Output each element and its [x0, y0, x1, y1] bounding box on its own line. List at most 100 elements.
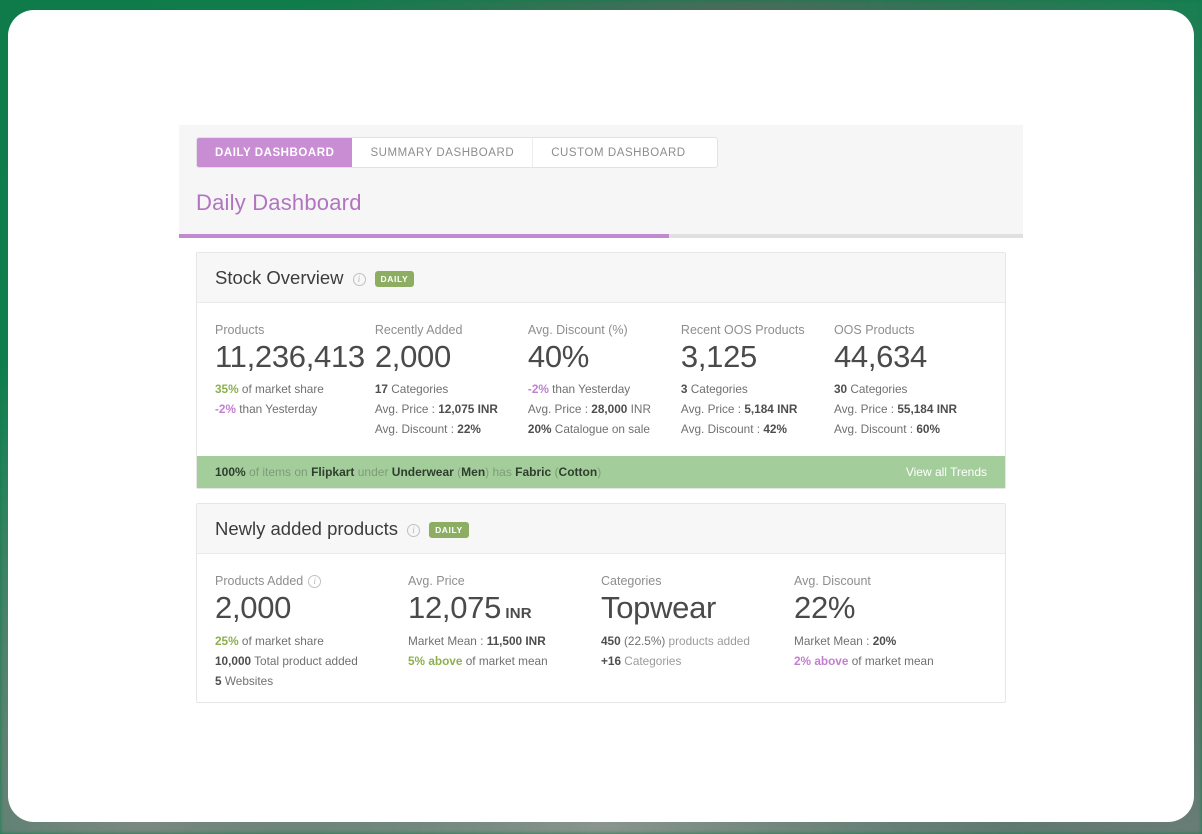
- view-all-trends-link[interactable]: View all Trends: [906, 465, 987, 479]
- trend-message-part: Men: [461, 465, 486, 480]
- tab-daily-dashboard[interactable]: DAILY DASHBOARD: [197, 138, 353, 167]
- stat-value-number: Topwear: [601, 590, 717, 626]
- stat-subtext-part: 12,075 INR: [438, 402, 498, 417]
- stat-label-text: Avg. Discount: [794, 574, 871, 589]
- stat-subtext-part: (22.5%): [620, 633, 666, 648]
- stat-subtext: Avg. Price : 55,184 INR: [834, 402, 977, 416]
- stat-subtext-part: INR: [627, 402, 651, 417]
- stat-subtext-part: than Yesterday: [548, 382, 631, 397]
- stat-value: 3,125: [681, 338, 824, 376]
- stat-value: 40%: [528, 338, 671, 376]
- stat-label-text: Recently Added: [374, 323, 463, 337]
- stat-value-number: 12,075: [408, 590, 502, 626]
- page-title-bar: Daily Dashboard: [179, 168, 1023, 234]
- stat-value: 11,236,413: [215, 338, 365, 376]
- trend-message-part: (: [551, 465, 559, 480]
- stat-column: Recently Added 2,000 17 Categories Avg. Pri…: [375, 323, 528, 436]
- stat-subtext-part: Categories: [687, 382, 748, 397]
- stat-subtext-part: 17: [374, 382, 388, 397]
- stat-subtext: 17 Categories: [375, 382, 518, 396]
- tab-custom-dashboard-label: CUSTOM DASHBOARD: [551, 146, 686, 159]
- stat-subtext-part: 35%: [215, 382, 239, 397]
- card-stock-overview: Stock Overview i DAILY Products 11,236,41…: [196, 252, 1006, 490]
- stat-subtext: 35% of market share: [215, 382, 365, 396]
- stat-subtext-part: Market Mean :: [408, 633, 487, 648]
- stat-value-number: 3,125: [680, 339, 757, 374]
- stat-subtext: +16 Categories: [601, 654, 784, 668]
- stat-subtext: 450 (22.5%) products added: [601, 634, 784, 648]
- stat-subtext-part: of market share: [238, 382, 324, 397]
- stat-column: Products 11,236,413 35% of market share -2%…: [215, 323, 375, 436]
- card-newly-added-products-title: Newly added products: [215, 518, 399, 540]
- stat-subtext: -2% than Yesterday: [215, 402, 365, 416]
- stat-subtext-part: Categories: [621, 653, 682, 668]
- info-icon[interactable]: i: [352, 273, 366, 286]
- stock-overview-stats: Products 11,236,413 35% of market share -2%…: [197, 303, 1005, 456]
- stat-subtext-part: Avg. Price :: [374, 402, 439, 417]
- trend-message: 100% of items on Flipkart under Underwea…: [215, 465, 601, 479]
- stat-subtext: Market Mean : 20%: [794, 634, 977, 648]
- stat-label-text: OOS Products: [833, 323, 915, 337]
- page-title: Daily Dashboard: [196, 190, 362, 215]
- stat-subtext: 25% of market share: [215, 634, 398, 648]
- stat-subtext-part: 11,500 INR: [486, 633, 546, 648]
- trend-message-part: ): [597, 465, 602, 480]
- page-loading-progress-fill: [179, 234, 669, 238]
- stat-subtext-part: Market Mean :: [794, 633, 873, 648]
- stat-column: Avg. Discount 22% Market Mean : 20% 2% abov…: [794, 574, 987, 687]
- stat-value: 22%: [794, 589, 977, 627]
- card-newly-added-products: Newly added products i DAILY Products Ad…: [196, 503, 1006, 703]
- dashboard-tabs: DAILY DASHBOARD SUMMARY DASHBOARD CUSTOM…: [196, 137, 718, 168]
- stat-subtext-part: 22%: [457, 422, 481, 437]
- tab-summary-dashboard-label: SUMMARY DASHBOARD: [370, 146, 515, 159]
- stat-subtext-part: 55,184 INR: [897, 402, 958, 417]
- stat-subtext-part: 28,000: [591, 402, 628, 417]
- stat-value-number: 2,000: [215, 590, 292, 626]
- card-newly-added-products-header: Newly added products i DAILY: [197, 504, 1005, 555]
- stat-subtext-part: 10,000: [215, 653, 252, 668]
- stat-value-number: 40%: [527, 339, 590, 374]
- stat-column: Avg. Price 12,075 INR Market Mean : 11,500…: [408, 574, 601, 687]
- stat-value-number: 11,236,413: [215, 339, 365, 374]
- stat-subtext: Avg. Price : 12,075 INR: [375, 402, 518, 416]
- stat-subtext-part: 30: [833, 382, 848, 397]
- stat-subtext: Avg. Price : 5,184 INR: [681, 402, 824, 416]
- tab-bar: DAILY DASHBOARD SUMMARY DASHBOARD CUSTOM…: [179, 125, 1023, 168]
- stat-label: Avg. Discount (%): [528, 323, 671, 337]
- stat-column: Products Added i 2,000 25% of market share 1…: [215, 574, 408, 687]
- stat-subtext-part: Total product added: [251, 653, 358, 668]
- stat-subtext-part: Categories: [387, 382, 449, 397]
- stat-value: 12,075 INR: [408, 589, 591, 627]
- tab-summary-dashboard[interactable]: SUMMARY DASHBOARD: [352, 138, 534, 167]
- stat-label-text: Categories: [601, 574, 662, 589]
- stat-subtext: Avg. Discount : 22%: [375, 422, 518, 436]
- stat-subtext: 5 Websites: [215, 674, 398, 688]
- stat-subtext-part: 450: [601, 633, 621, 648]
- stat-subtext-part: 60%: [916, 422, 940, 437]
- status-badge-daily: DAILY: [429, 522, 469, 539]
- info-icon[interactable]: i: [308, 575, 322, 589]
- stat-subtext-part: 5% above: [408, 653, 463, 668]
- stat-label: Categories: [601, 574, 784, 588]
- stat-label-text: Avg. Price: [408, 574, 465, 589]
- stat-label: Avg. Price: [408, 574, 591, 588]
- stat-subtext: 2% above of market mean: [794, 654, 977, 668]
- card-stock-overview-title: Stock Overview: [215, 267, 344, 288]
- stat-label-text: Products: [215, 323, 265, 337]
- stat-column: OOS Products 44,634 30 Categories Avg. Pric…: [834, 323, 987, 436]
- stat-value: 44,634: [834, 338, 977, 376]
- info-icon[interactable]: i: [407, 524, 421, 538]
- card-stock-overview-header: Stock Overview i DAILY: [197, 253, 1005, 303]
- stat-subtext: Avg. Discount : 42%: [681, 422, 824, 436]
- stat-subtext-part: of market mean: [848, 653, 934, 668]
- trend-message-part: Flipkart: [311, 465, 355, 480]
- stat-label: Recent OOS Products: [681, 323, 824, 337]
- stat-column: Avg. Discount (%) 40% -2% than Yesterday Av…: [528, 323, 681, 436]
- stat-value-number: 44,634: [833, 339, 927, 374]
- stat-label: OOS Products: [834, 323, 977, 337]
- tab-custom-dashboard[interactable]: CUSTOM DASHBOARD: [533, 138, 704, 167]
- newly-added-products-stats: Products Added i 2,000 25% of market share 1…: [197, 554, 1005, 701]
- stat-subtext: Avg. Discount : 60%: [834, 422, 977, 436]
- stat-label: Products: [215, 323, 365, 337]
- trend-message-part: under: [354, 465, 392, 480]
